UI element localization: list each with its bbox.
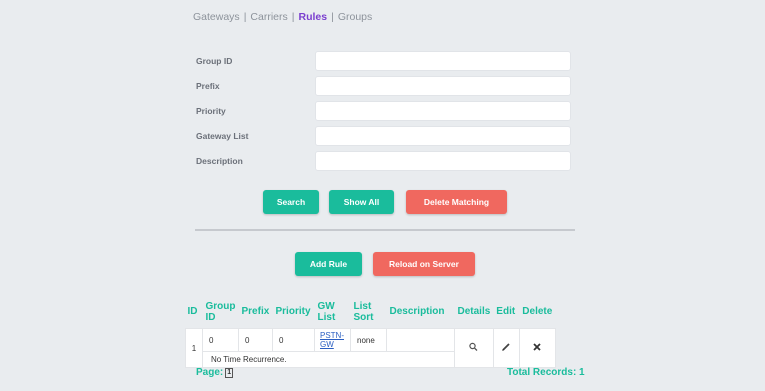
nav-groups[interactable]: Groups <box>338 11 372 23</box>
details-cell <box>454 328 494 368</box>
magnifier-icon-svg <box>469 342 478 351</box>
show-all-button[interactable]: Show All <box>329 190 394 214</box>
page-number-link[interactable]: 1 <box>225 368 234 378</box>
col-gw-list-header: GW List <box>317 301 336 323</box>
cell-list-sort: none <box>350 328 387 352</box>
edit-cell <box>492 328 520 368</box>
col-group-id-header: Group ID <box>205 301 236 323</box>
prefix-input[interactable] <box>315 76 571 96</box>
priority-label: Priority <box>196 106 226 116</box>
nav-carriers[interactable]: Carriers <box>250 11 287 23</box>
rules-table: ID Group ID Prefix Priority GW List List… <box>185 301 556 368</box>
description-label: Description <box>196 156 243 166</box>
page-label: Page: <box>196 367 224 378</box>
pagination: Page: 1 <box>196 367 234 378</box>
nav-rules[interactable]: Rules <box>299 11 328 23</box>
group-id-input[interactable] <box>315 51 571 71</box>
pencil-icon-svg <box>502 342 510 351</box>
cell-prefix: 0 <box>238 328 273 352</box>
nav-gateways[interactable]: Gateways <box>193 11 240 23</box>
total-records: Total Records: 1 <box>507 367 585 378</box>
nav-separator: | <box>331 11 334 23</box>
prefix-label: Prefix <box>196 81 220 91</box>
cell-priority: 0 <box>272 328 315 352</box>
nav-separator: | <box>243 11 247 23</box>
gw-list-link[interactable]: PSTN-GW <box>320 331 344 349</box>
col-priority-header: Priority <box>275 306 311 317</box>
reload-on-server-button[interactable]: Reload on Server <box>373 252 475 276</box>
cell-description <box>386 328 455 352</box>
col-details-header: Details <box>457 306 491 317</box>
delete-cell <box>518 328 556 368</box>
cell-group-id: 0 <box>202 328 239 352</box>
add-rule-button[interactable]: Add Rule <box>295 252 362 276</box>
divider <box>195 229 575 231</box>
col-delete-header: Delete <box>522 306 553 317</box>
pencil-icon[interactable] <box>501 342 511 355</box>
cell-gw-list: PSTN-GW <box>314 328 351 352</box>
delete-x-icon-svg <box>533 342 541 351</box>
table-row: 1 0 0 0 PSTN-GW none <box>185 328 556 368</box>
row-id: 1 <box>185 328 203 368</box>
col-id-header: ID <box>187 306 198 317</box>
priority-input[interactable] <box>315 101 571 121</box>
magnifier-icon[interactable] <box>468 342 479 355</box>
col-edit-header: Edit <box>496 306 516 317</box>
description-input[interactable] <box>315 151 571 171</box>
search-button[interactable]: Search <box>263 190 319 214</box>
col-list-sort-header: List Sort <box>353 301 374 323</box>
col-description-header: Description <box>389 306 445 317</box>
delete-matching-button[interactable]: Delete Matching <box>406 190 507 214</box>
col-prefix-header: Prefix <box>241 306 270 317</box>
table-header-row: ID Group ID Prefix Priority GW List List… <box>186 301 556 329</box>
group-id-label: Group ID <box>196 56 233 66</box>
top-nav: Gateways | Carriers | Rules | Groups <box>193 11 372 23</box>
gateway-list-input[interactable] <box>315 126 571 146</box>
gateway-list-label: Gateway List <box>196 131 249 141</box>
delete-x-icon[interactable] <box>532 342 542 355</box>
nav-separator: | <box>291 11 295 23</box>
time-recurrence-note: No Time Recurrence. <box>202 351 455 368</box>
